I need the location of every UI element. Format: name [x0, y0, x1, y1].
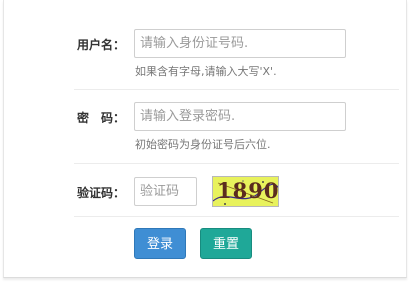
divider	[74, 163, 399, 164]
username-input[interactable]	[134, 29, 346, 58]
divider	[74, 89, 399, 90]
password-hint: 初始密码为身份证号后六位.	[135, 138, 271, 151]
username-hint: 如果含有字母,请输入大写'X'.	[135, 65, 277, 78]
username-label: 用户名：	[77, 38, 126, 52]
captcha-input[interactable]	[134, 177, 197, 206]
captcha-label: 验证码：	[77, 186, 126, 200]
reset-button[interactable]: 重置	[200, 228, 252, 259]
password-label: 密 码：	[77, 111, 126, 125]
captcha-image[interactable]: 1890	[212, 176, 279, 207]
password-input[interactable]	[134, 102, 346, 131]
captcha-text: 1890	[217, 178, 279, 203]
login-button[interactable]: 登录	[134, 228, 186, 259]
divider	[74, 216, 399, 217]
